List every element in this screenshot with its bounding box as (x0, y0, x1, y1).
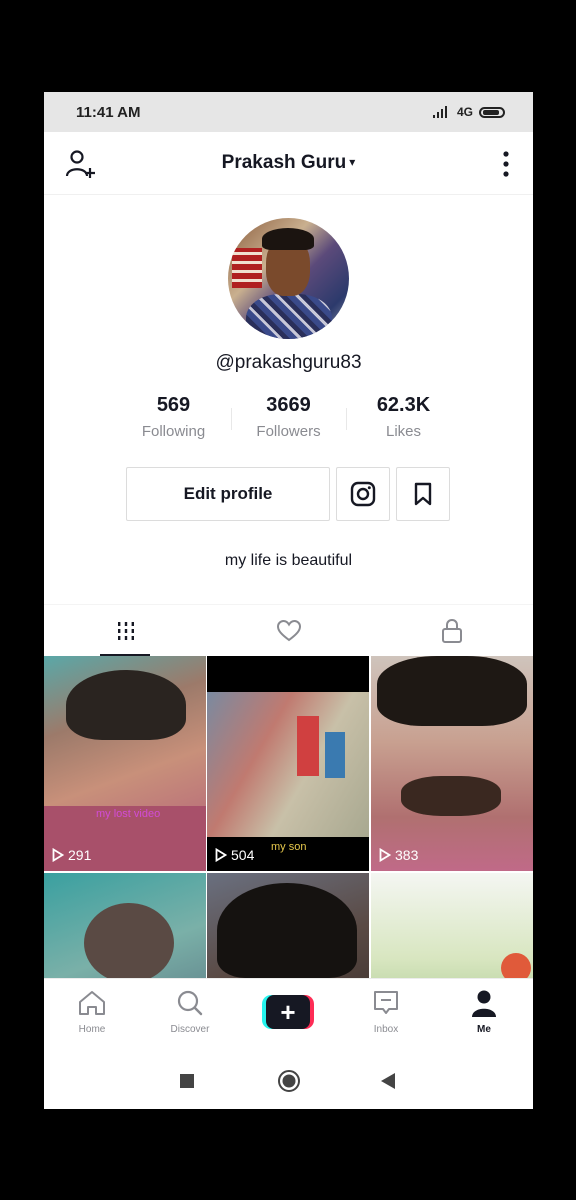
account-switcher[interactable]: Prakash Guru ▾ (44, 152, 533, 174)
nav-label: Discover (170, 1024, 210, 1035)
nav-label: Inbox (373, 1024, 399, 1035)
favorites-button[interactable] (396, 467, 450, 521)
tab-private[interactable] (370, 605, 533, 657)
chevron-down-icon: ▾ (349, 155, 356, 169)
view-count-value: 383 (395, 847, 419, 863)
avatar-shirt (246, 294, 332, 339)
nav-discover[interactable]: Discover (145, 989, 235, 1035)
thumb-hair (66, 670, 186, 740)
tab-videos[interactable] (44, 605, 207, 657)
home-icon (79, 991, 105, 1015)
play-icon (215, 848, 227, 862)
view-count-value: 504 (231, 847, 255, 863)
search-icon (177, 990, 203, 1016)
bio-text: my life is beautiful (224, 552, 353, 569)
stat-value: 569 (156, 394, 191, 416)
username: @prakashguru83 (215, 352, 362, 373)
stat-followers[interactable]: 3669 Followers (231, 394, 346, 444)
view-count: 504 (215, 847, 254, 863)
create-icon: + (262, 995, 314, 1029)
instagram-button[interactable] (336, 467, 390, 521)
create-plus: + (266, 995, 310, 1029)
stat-likes[interactable]: 62.3K Likes (346, 394, 461, 444)
nav-home[interactable]: Home (47, 989, 137, 1035)
network-label: 4G (456, 105, 473, 119)
thumb-object (501, 953, 531, 978)
lock-icon (441, 618, 462, 643)
nav-me[interactable]: Me (439, 989, 529, 1035)
signal-icon (432, 106, 447, 118)
nav-create[interactable]: + (243, 995, 333, 1029)
edit-profile-button[interactable]: Edit profile (126, 467, 330, 521)
profile-tabs (44, 604, 533, 657)
video-thumbnail[interactable]: my son 504 (207, 656, 369, 871)
status-indicators: 4G (432, 105, 505, 119)
status-time: 11:41 AM (76, 103, 141, 121)
thumb-child (297, 716, 319, 776)
view-count: 383 (379, 847, 418, 863)
video-thumbnail[interactable] (371, 873, 533, 978)
instagram-icon (350, 481, 376, 507)
nav-label: Home (78, 1024, 106, 1035)
video-caption: my son (271, 841, 307, 853)
stat-label: Followers (256, 423, 321, 440)
stat-label: Following (141, 423, 206, 440)
profile-stats: 569 Following 3669 Followers 62.3K Likes (116, 394, 461, 444)
bookmark-icon (414, 482, 432, 506)
thumb-child (325, 732, 345, 778)
video-thumbnail[interactable]: 383 (371, 656, 533, 871)
thumb-beard (401, 776, 501, 816)
profile-header: Prakash Guru ▾ (44, 132, 533, 195)
stat-following[interactable]: 569 Following (116, 394, 231, 444)
tab-liked[interactable] (207, 605, 370, 657)
view-count-value: 291 (68, 847, 92, 863)
play-icon (52, 848, 64, 862)
video-thumbnail[interactable] (207, 873, 369, 978)
phone-screen: 11:41 AM 4G Prakash Guru ▾ @prakashguru8… (44, 92, 533, 1109)
system-nav-bar (44, 1054, 533, 1109)
thumb-child (84, 903, 174, 978)
thumb-hair (217, 883, 357, 978)
inbox-icon (374, 991, 398, 1014)
stat-value: 3669 (266, 394, 311, 416)
nav-label: Me (477, 1024, 491, 1035)
stat-label: Likes (385, 423, 422, 440)
grid-icon (117, 622, 134, 640)
bottom-nav: Home Discover + Inbox Me (44, 978, 533, 1055)
view-count: 291 (52, 847, 91, 863)
heart-icon (276, 619, 301, 642)
video-thumbnail[interactable] (44, 873, 206, 978)
avatar-hair (262, 228, 314, 250)
status-bar: 11:41 AM 4G (44, 92, 533, 132)
video-caption: my lost video (96, 808, 161, 820)
back-icon[interactable] (380, 1072, 396, 1090)
recents-icon[interactable] (179, 1073, 195, 1089)
home-button-icon[interactable] (277, 1069, 301, 1093)
nav-inbox[interactable]: Inbox (341, 989, 431, 1035)
video-grid: my lost video 291 my son 504 383 (44, 656, 533, 978)
profile-icon (472, 990, 496, 1017)
profile-name: Prakash Guru (221, 152, 347, 173)
video-thumbnail[interactable]: my lost video 291 (44, 656, 206, 871)
play-icon (379, 848, 391, 862)
more-options-icon[interactable] (501, 150, 511, 178)
avatar[interactable] (228, 218, 349, 339)
thumb-hair (377, 656, 527, 726)
stat-value: 62.3K (376, 394, 431, 416)
battery-icon (479, 106, 505, 118)
avatar-background (232, 248, 262, 288)
